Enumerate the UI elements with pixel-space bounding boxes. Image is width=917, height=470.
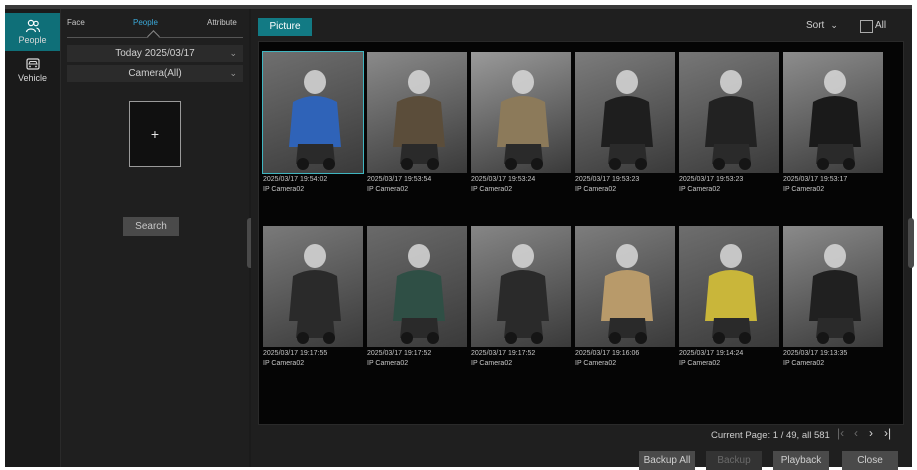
result-card[interactable]: 2025/03/17 19:13:35 IP Camera02 <box>783 226 883 367</box>
search-button[interactable]: Search <box>123 217 179 236</box>
result-thumbnail[interactable] <box>783 226 883 347</box>
people-icon <box>25 19 40 33</box>
capture-time: 2025/03/17 19:17:52 <box>367 350 432 357</box>
result-card[interactable]: 2025/03/17 19:54:02 IP Camera02 <box>262 51 364 193</box>
result-thumbnail[interactable] <box>679 52 779 173</box>
result-thumbnail[interactable] <box>575 52 675 173</box>
filter-panel: Face People Attribute Today 2025/03/17 ⌄… <box>61 9 249 467</box>
camera-name: IP Camera02 <box>471 186 513 193</box>
result-card[interactable]: 2025/03/17 19:17:55 IP Camera02 <box>263 226 363 367</box>
vehicle-icon <box>25 58 40 70</box>
chevron-down-icon: ⌄ <box>229 48 237 58</box>
result-thumbnail[interactable] <box>262 51 364 174</box>
result-thumbnail[interactable] <box>471 226 571 347</box>
result-card[interactable]: 2025/03/17 19:53:24 IP Camera02 <box>471 52 571 193</box>
tab-face[interactable]: Face <box>67 18 85 27</box>
capture-time: 2025/03/17 19:17:55 <box>263 350 328 357</box>
capture-time: 2025/03/17 19:16:06 <box>575 350 640 357</box>
capture-time: 2025/03/17 19:14:24 <box>679 350 744 357</box>
person-silhouette-icon <box>393 244 445 344</box>
capture-time: 2025/03/17 19:53:23 <box>679 176 744 183</box>
result-card[interactable]: 2025/03/17 19:16:06 IP Camera02 <box>575 226 675 367</box>
result-thumbnail[interactable] <box>367 52 467 173</box>
date-select-value: Today 2025/03/17 <box>115 48 195 59</box>
person-silhouette-icon <box>809 70 861 170</box>
capture-time: 2025/03/17 19:53:23 <box>575 176 640 183</box>
tab-people[interactable]: People <box>133 18 158 27</box>
backup-button[interactable]: Backup <box>706 451 762 470</box>
camera-name: IP Camera02 <box>679 360 721 367</box>
capture-time: 2025/03/17 19:53:54 <box>367 176 432 183</box>
backup-all-button[interactable]: Backup All <box>639 451 695 470</box>
result-thumbnail[interactable] <box>575 226 675 347</box>
add-target-button[interactable]: + <box>129 101 181 167</box>
last-page-icon[interactable]: ›| <box>884 426 891 440</box>
camera-name: IP Camera02 <box>367 186 409 193</box>
pagination-status: Current Page: 1 / 49, all 581 <box>711 430 830 441</box>
results-panel: Picture Sort ⌄ All 2025/03/17 19:54:02 IP … <box>251 9 912 470</box>
capture-time: 2025/03/17 19:54:02 <box>263 176 328 183</box>
results-grid: 2025/03/17 19:54:02 IP Camera02 2025/03/17… <box>258 41 904 425</box>
camera-name: IP Camera02 <box>783 360 825 367</box>
person-silhouette-icon <box>289 244 341 344</box>
person-silhouette-icon <box>705 70 757 170</box>
prev-page-icon[interactable]: ‹ <box>854 426 858 440</box>
person-silhouette-icon <box>601 70 653 170</box>
capture-time: 2025/03/17 19:53:17 <box>783 176 848 183</box>
select-all-label: All <box>875 20 887 31</box>
result-card[interactable]: 2025/03/17 19:17:52 IP Camera02 <box>367 226 467 367</box>
result-card[interactable]: 2025/03/17 19:53:54 IP Camera02 <box>367 52 467 193</box>
camera-name: IP Camera02 <box>575 186 617 193</box>
picture-view-button[interactable]: Picture <box>258 18 312 36</box>
person-silhouette-icon <box>393 70 445 170</box>
camera-name: IP Camera02 <box>783 186 825 193</box>
result-thumbnail[interactable] <box>471 52 571 173</box>
capture-time: 2025/03/17 19:53:24 <box>471 176 536 183</box>
capture-time: 2025/03/17 19:13:35 <box>783 350 848 357</box>
close-button[interactable]: Close <box>842 451 898 470</box>
result-card[interactable]: 2025/03/17 19:14:24 IP Camera02 <box>679 226 779 367</box>
sort-dropdown[interactable]: Sort ⌄ <box>806 20 838 31</box>
camera-name: IP Camera02 <box>471 360 513 367</box>
first-page-icon[interactable]: |‹ <box>837 426 844 440</box>
result-thumbnail[interactable] <box>263 226 363 347</box>
camera-name: IP Camera02 <box>575 360 617 367</box>
next-page-icon[interactable]: › <box>869 426 873 440</box>
chevron-down-icon: ⌄ <box>830 20 838 30</box>
result-card[interactable]: 2025/03/17 19:53:23 IP Camera02 <box>575 52 675 193</box>
person-silhouette-icon <box>497 244 549 344</box>
category-sidebar: People Vehicle <box>5 9 61 467</box>
chevron-down-icon: ⌄ <box>229 68 237 78</box>
sidebar-item-label: People <box>18 35 47 45</box>
result-thumbnail[interactable] <box>679 226 779 347</box>
person-silhouette-icon <box>289 70 341 170</box>
select-all-checkbox[interactable] <box>860 20 873 33</box>
person-silhouette-icon <box>601 244 653 344</box>
capture-time: 2025/03/17 19:17:52 <box>471 350 536 357</box>
camera-name: IP Camera02 <box>679 186 721 193</box>
expand-panel-handle[interactable] <box>908 218 914 268</box>
sidebar-item-vehicle[interactable]: Vehicle <box>5 51 60 89</box>
result-thumbnail[interactable] <box>367 226 467 347</box>
result-card[interactable]: 2025/03/17 19:53:23 IP Camera02 <box>679 52 779 193</box>
result-thumbnail[interactable] <box>783 52 883 173</box>
camera-name: IP Camera02 <box>367 360 409 367</box>
person-silhouette-icon <box>705 244 757 344</box>
result-card[interactable]: 2025/03/17 19:53:17 IP Camera02 <box>783 52 883 193</box>
person-silhouette-icon <box>497 70 549 170</box>
person-silhouette-icon <box>809 244 861 344</box>
sidebar-item-label: Vehicle <box>17 73 48 83</box>
camera-name: IP Camera02 <box>263 360 305 367</box>
date-select[interactable]: Today 2025/03/17 ⌄ <box>67 45 243 62</box>
result-card[interactable]: 2025/03/17 19:17:52 IP Camera02 <box>471 226 571 367</box>
camera-select[interactable]: Camera(All) ⌄ <box>67 65 243 82</box>
app-window: People Vehicle Face People Attribute Tod… <box>5 5 914 470</box>
camera-name: IP Camera02 <box>263 186 305 193</box>
sort-label: Sort <box>806 20 825 31</box>
tab-attribute[interactable]: Attribute <box>207 18 237 27</box>
sidebar-item-people[interactable]: People <box>5 13 60 51</box>
camera-select-value: Camera(All) <box>128 68 182 79</box>
playback-button[interactable]: Playback <box>773 451 829 470</box>
